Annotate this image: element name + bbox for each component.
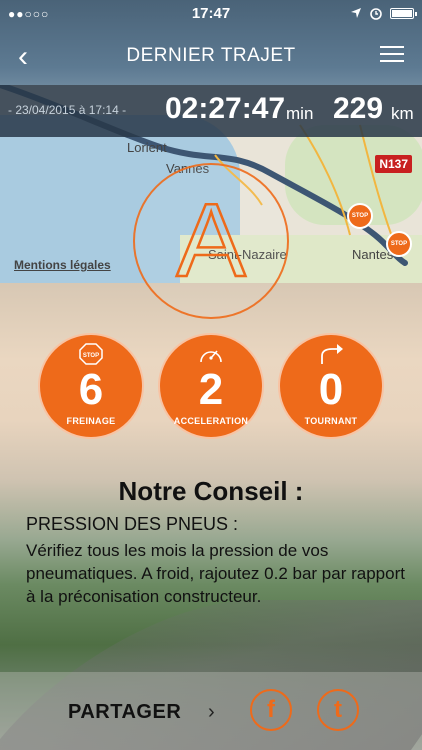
twitter-icon[interactable]: t (317, 689, 359, 731)
advice-subtitle: PRESSION DES PNEUS : (26, 514, 239, 534)
battery-icon (390, 7, 417, 19)
menu-icon[interactable] (380, 46, 404, 62)
trip-distance: 229 (333, 92, 384, 125)
stat-braking[interactable]: STOP 6 FREINAGE (38, 333, 144, 439)
legal-link[interactable]: Mentions légales (14, 258, 111, 272)
stat-turning[interactable]: 0 TOURNANT (278, 333, 384, 439)
alarm-icon (370, 8, 382, 20)
grade-letter: A (175, 183, 247, 299)
speedometer-icon (160, 343, 262, 365)
share-label[interactable]: PARTAGER (68, 701, 181, 724)
advice-title: Notre Conseil : (118, 476, 304, 506)
stat-braking-value: 6 (78, 365, 104, 414)
page-title: DERNIER TRAJET (126, 45, 296, 66)
chevron-right-icon: › (208, 701, 215, 723)
trip-summary-bar: - 23/04/2015 à 17:14 - 02:27:47 min 229 … (0, 85, 422, 137)
stats-row: STOP 6 FREINAGE 2 ACCELERATION 0 TOURNAN… (0, 333, 422, 443)
stat-acceleration-value: 2 (198, 365, 224, 414)
advice-text: Vérifiez tous les mois la pression de vo… (26, 541, 405, 606)
trip-date: - 23/04/2015 à 17:14 - (8, 103, 127, 117)
distance-unit: km (391, 104, 414, 123)
status-bar: ●●○○○ 17:47 (0, 0, 422, 28)
trip-duration: 02:27:47 (165, 92, 286, 125)
share-bar: PARTAGER › f t (0, 672, 422, 750)
stat-braking-label: FREINAGE (66, 416, 116, 426)
driving-grade-badge: A (133, 163, 289, 319)
location-arrow-icon (351, 8, 361, 18)
stat-acceleration[interactable]: 2 ACCELERATION (158, 333, 264, 439)
stop-pin-icon[interactable]: STOP (347, 203, 373, 229)
stop-icon: STOP (40, 343, 142, 365)
facebook-icon[interactable]: f (250, 689, 292, 731)
duration-unit: min (286, 104, 314, 123)
stat-turning-label: TOURNANT (304, 416, 358, 426)
status-icons (350, 6, 417, 20)
stat-turning-value: 0 (318, 365, 344, 414)
road-sign-n137: N137 (375, 155, 412, 173)
stat-acceleration-label: ACCELERATION (173, 416, 249, 426)
nav-bar: ‹ DERNIER TRAJET (0, 28, 422, 84)
svg-text:STOP: STOP (83, 353, 99, 359)
stop-pin-icon[interactable]: STOP (386, 231, 412, 257)
map-label-lorient: Lorient (127, 140, 167, 155)
turn-arrow-icon (280, 343, 382, 365)
